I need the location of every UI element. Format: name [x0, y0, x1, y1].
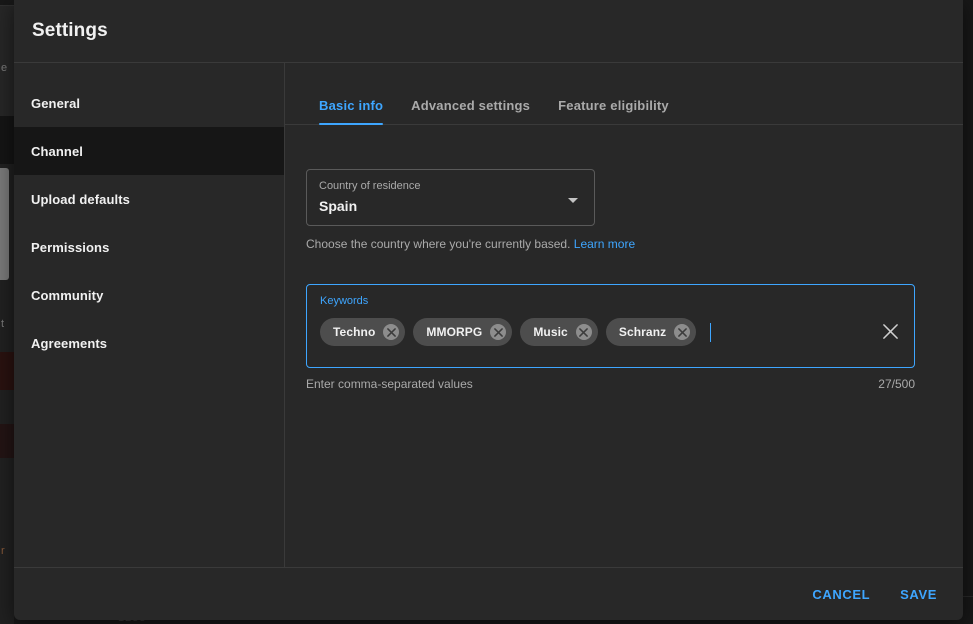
close-circle-icon[interactable] [576, 324, 592, 340]
basic-info-form: Country of residence Spain Choose the co… [285, 125, 963, 567]
background-scrollbar[interactable] [0, 168, 9, 280]
dialog-footer: CANCEL SAVE [14, 567, 963, 620]
dialog-header: Settings [14, 0, 963, 63]
keywords-character-counter: 27/500 [878, 377, 915, 391]
tab-feature-eligibility[interactable]: Feature eligibility [544, 98, 683, 124]
learn-more-link[interactable]: Learn more [574, 237, 635, 251]
keyword-chip[interactable]: Music [520, 318, 598, 346]
cancel-button[interactable]: CANCEL [801, 578, 881, 611]
settings-content: Basic info Advanced settings Feature eli… [285, 63, 963, 567]
close-circle-icon[interactable] [674, 324, 690, 340]
sidebar-item-label: Community [31, 288, 103, 303]
country-helper-text: Choose the country where you're currentl… [306, 236, 963, 252]
close-circle-icon[interactable] [383, 324, 399, 340]
keyword-chip-label: Music [533, 325, 568, 339]
sidebar-item-label: Channel [31, 144, 83, 159]
keywords-hint: Enter comma-separated values [306, 377, 473, 391]
dialog-body: General Channel Upload defaults Permissi… [14, 63, 963, 567]
background-panel-upper [0, 6, 14, 116]
keyword-chip-label: Schranz [619, 325, 666, 339]
sidebar-item-label: Agreements [31, 336, 107, 351]
sidebar-item-upload-defaults[interactable]: Upload defaults [14, 175, 284, 223]
keywords-field-wrapper: Keywords Techno [306, 284, 915, 391]
sidebar-item-agreements[interactable]: Agreements [14, 319, 284, 367]
sidebar-item-label: Upload defaults [31, 192, 130, 207]
keywords-footer: Enter comma-separated values 27/500 [306, 377, 915, 391]
keyword-chip-label: Techno [333, 325, 375, 339]
background-text-fragment: t [1, 318, 4, 330]
keywords-text-cursor[interactable] [710, 323, 711, 342]
background-video-thumbnail [0, 424, 14, 458]
tab-label: Advanced settings [411, 98, 530, 113]
close-circle-icon[interactable] [490, 324, 506, 340]
background-text-fragment: e [1, 62, 7, 74]
background-video-thumbnail [0, 352, 14, 390]
country-field-label: Country of residence [319, 179, 582, 193]
keyword-chip[interactable]: Schranz [606, 318, 696, 346]
tab-label: Basic info [319, 98, 383, 113]
sidebar-item-label: General [31, 96, 80, 111]
sidebar-item-general[interactable]: General [14, 79, 284, 127]
save-button[interactable]: SAVE [889, 578, 948, 611]
keyword-chip[interactable]: Techno [320, 318, 405, 346]
settings-sidebar: General Channel Upload defaults Permissi… [14, 63, 285, 567]
sidebar-item-channel[interactable]: Channel [14, 127, 284, 175]
keywords-field-label: Keywords [320, 294, 858, 308]
sidebar-item-permissions[interactable]: Permissions [14, 223, 284, 271]
country-of-residence-select[interactable]: Country of residence Spain [306, 169, 595, 226]
sidebar-item-community[interactable]: Community [14, 271, 284, 319]
chevron-down-icon [568, 198, 578, 203]
tab-advanced-settings[interactable]: Advanced settings [397, 98, 544, 124]
close-icon[interactable] [878, 319, 902, 343]
tab-label: Feature eligibility [558, 98, 669, 113]
keyword-chip[interactable]: MMORPG [413, 318, 512, 346]
tab-bar: Basic info Advanced settings Feature eli… [285, 63, 963, 125]
keywords-input-container[interactable]: Keywords Techno [306, 284, 915, 368]
keywords-chip-list: Techno MMORPG [320, 318, 858, 346]
background-panel-selected [0, 116, 14, 164]
keyword-chip-label: MMORPG [426, 325, 482, 339]
settings-dialog: Settings General Channel Upload defaults… [14, 0, 963, 620]
sidebar-item-label: Permissions [31, 240, 109, 255]
page-title: Settings [32, 20, 108, 42]
country-field-value: Spain [319, 195, 582, 217]
background-text-fragment: r [1, 545, 5, 557]
tab-basic-info[interactable]: Basic info [305, 98, 397, 124]
country-helper-label: Choose the country where you're currentl… [306, 237, 570, 251]
